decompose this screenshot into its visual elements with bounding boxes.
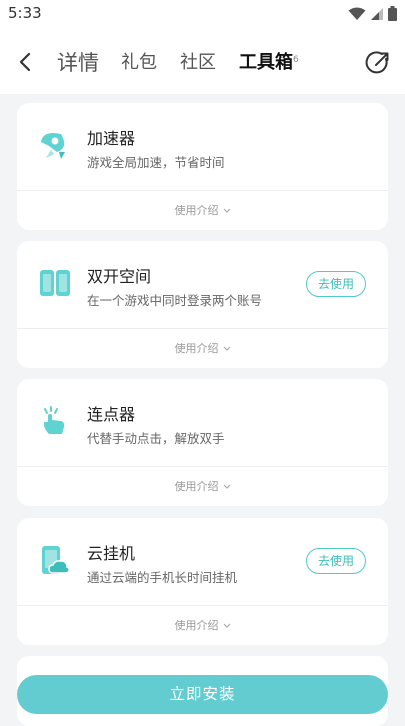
nav-bar: 详情 礼包 社区 工具箱 6	[0, 28, 405, 94]
usage-guide-link[interactable]: 使用介绍	[17, 204, 388, 218]
share-icon[interactable]	[365, 50, 391, 76]
status-time: 5:33	[8, 4, 42, 22]
chevron-down-icon	[223, 484, 230, 489]
divider	[17, 605, 388, 606]
tab-gifts[interactable]: 礼包	[121, 48, 157, 74]
tool-title: 云挂机	[87, 544, 136, 563]
dual-phone-icon	[40, 270, 70, 296]
tab-toolbox[interactable]: 工具箱	[239, 48, 293, 74]
tool-title: 双开空间	[87, 267, 152, 286]
usage-guide-link[interactable]: 使用介绍	[17, 619, 388, 633]
tool-description: 代替手动点击，解放双手	[87, 431, 225, 446]
usage-guide-link[interactable]: 使用介绍	[17, 480, 388, 494]
battery-icon	[388, 6, 397, 21]
cloud-phone-icon	[42, 546, 70, 574]
chevron-down-icon	[223, 208, 230, 213]
usage-guide-label: 使用介绍	[174, 480, 219, 493]
tool-title: 连点器	[87, 405, 136, 424]
signal-icon	[371, 7, 383, 20]
status-icons	[348, 6, 397, 21]
back-arrow-icon[interactable]	[14, 50, 38, 74]
tab-details[interactable]: 详情	[57, 47, 99, 77]
wifi-icon	[348, 7, 366, 20]
usage-guide-label: 使用介绍	[174, 619, 219, 632]
chevron-down-icon	[223, 623, 230, 628]
tool-card-accelerator: 加速器 游戏全局加速，节省时间 使用介绍	[17, 103, 388, 230]
divider	[17, 466, 388, 467]
use-button[interactable]: 去使用	[306, 548, 366, 574]
tool-card-dual-space: 双开空间 在一个游戏中同时登录两个账号 去使用 使用介绍	[17, 241, 388, 368]
tool-description: 通过云端的手机长时间挂机	[87, 570, 238, 585]
tab-community[interactable]: 社区	[180, 48, 216, 74]
use-button[interactable]: 去使用	[306, 271, 366, 297]
tool-card-auto-clicker: 连点器 代替手动点击，解放双手 使用介绍	[17, 379, 388, 506]
toolbox-count-badge: 6	[293, 55, 299, 65]
usage-guide-link[interactable]: 使用介绍	[17, 342, 388, 356]
tool-description: 游戏全局加速，节省时间	[87, 155, 225, 170]
install-button[interactable]: 立即安装	[17, 675, 388, 714]
tap-hand-icon	[43, 406, 65, 434]
tool-title: 加速器	[87, 129, 136, 148]
rocket-icon	[41, 133, 65, 159]
usage-guide-label: 使用介绍	[174, 342, 219, 355]
tool-card-cloud-hosting: 云挂机 通过云端的手机长时间挂机 去使用 使用介绍	[17, 518, 388, 645]
chevron-down-icon	[223, 346, 230, 351]
usage-guide-label: 使用介绍	[174, 204, 219, 217]
tool-description: 在一个游戏中同时登录两个账号	[87, 293, 263, 308]
divider	[17, 190, 388, 191]
status-bar: 5:33	[0, 0, 405, 28]
divider	[17, 328, 388, 329]
